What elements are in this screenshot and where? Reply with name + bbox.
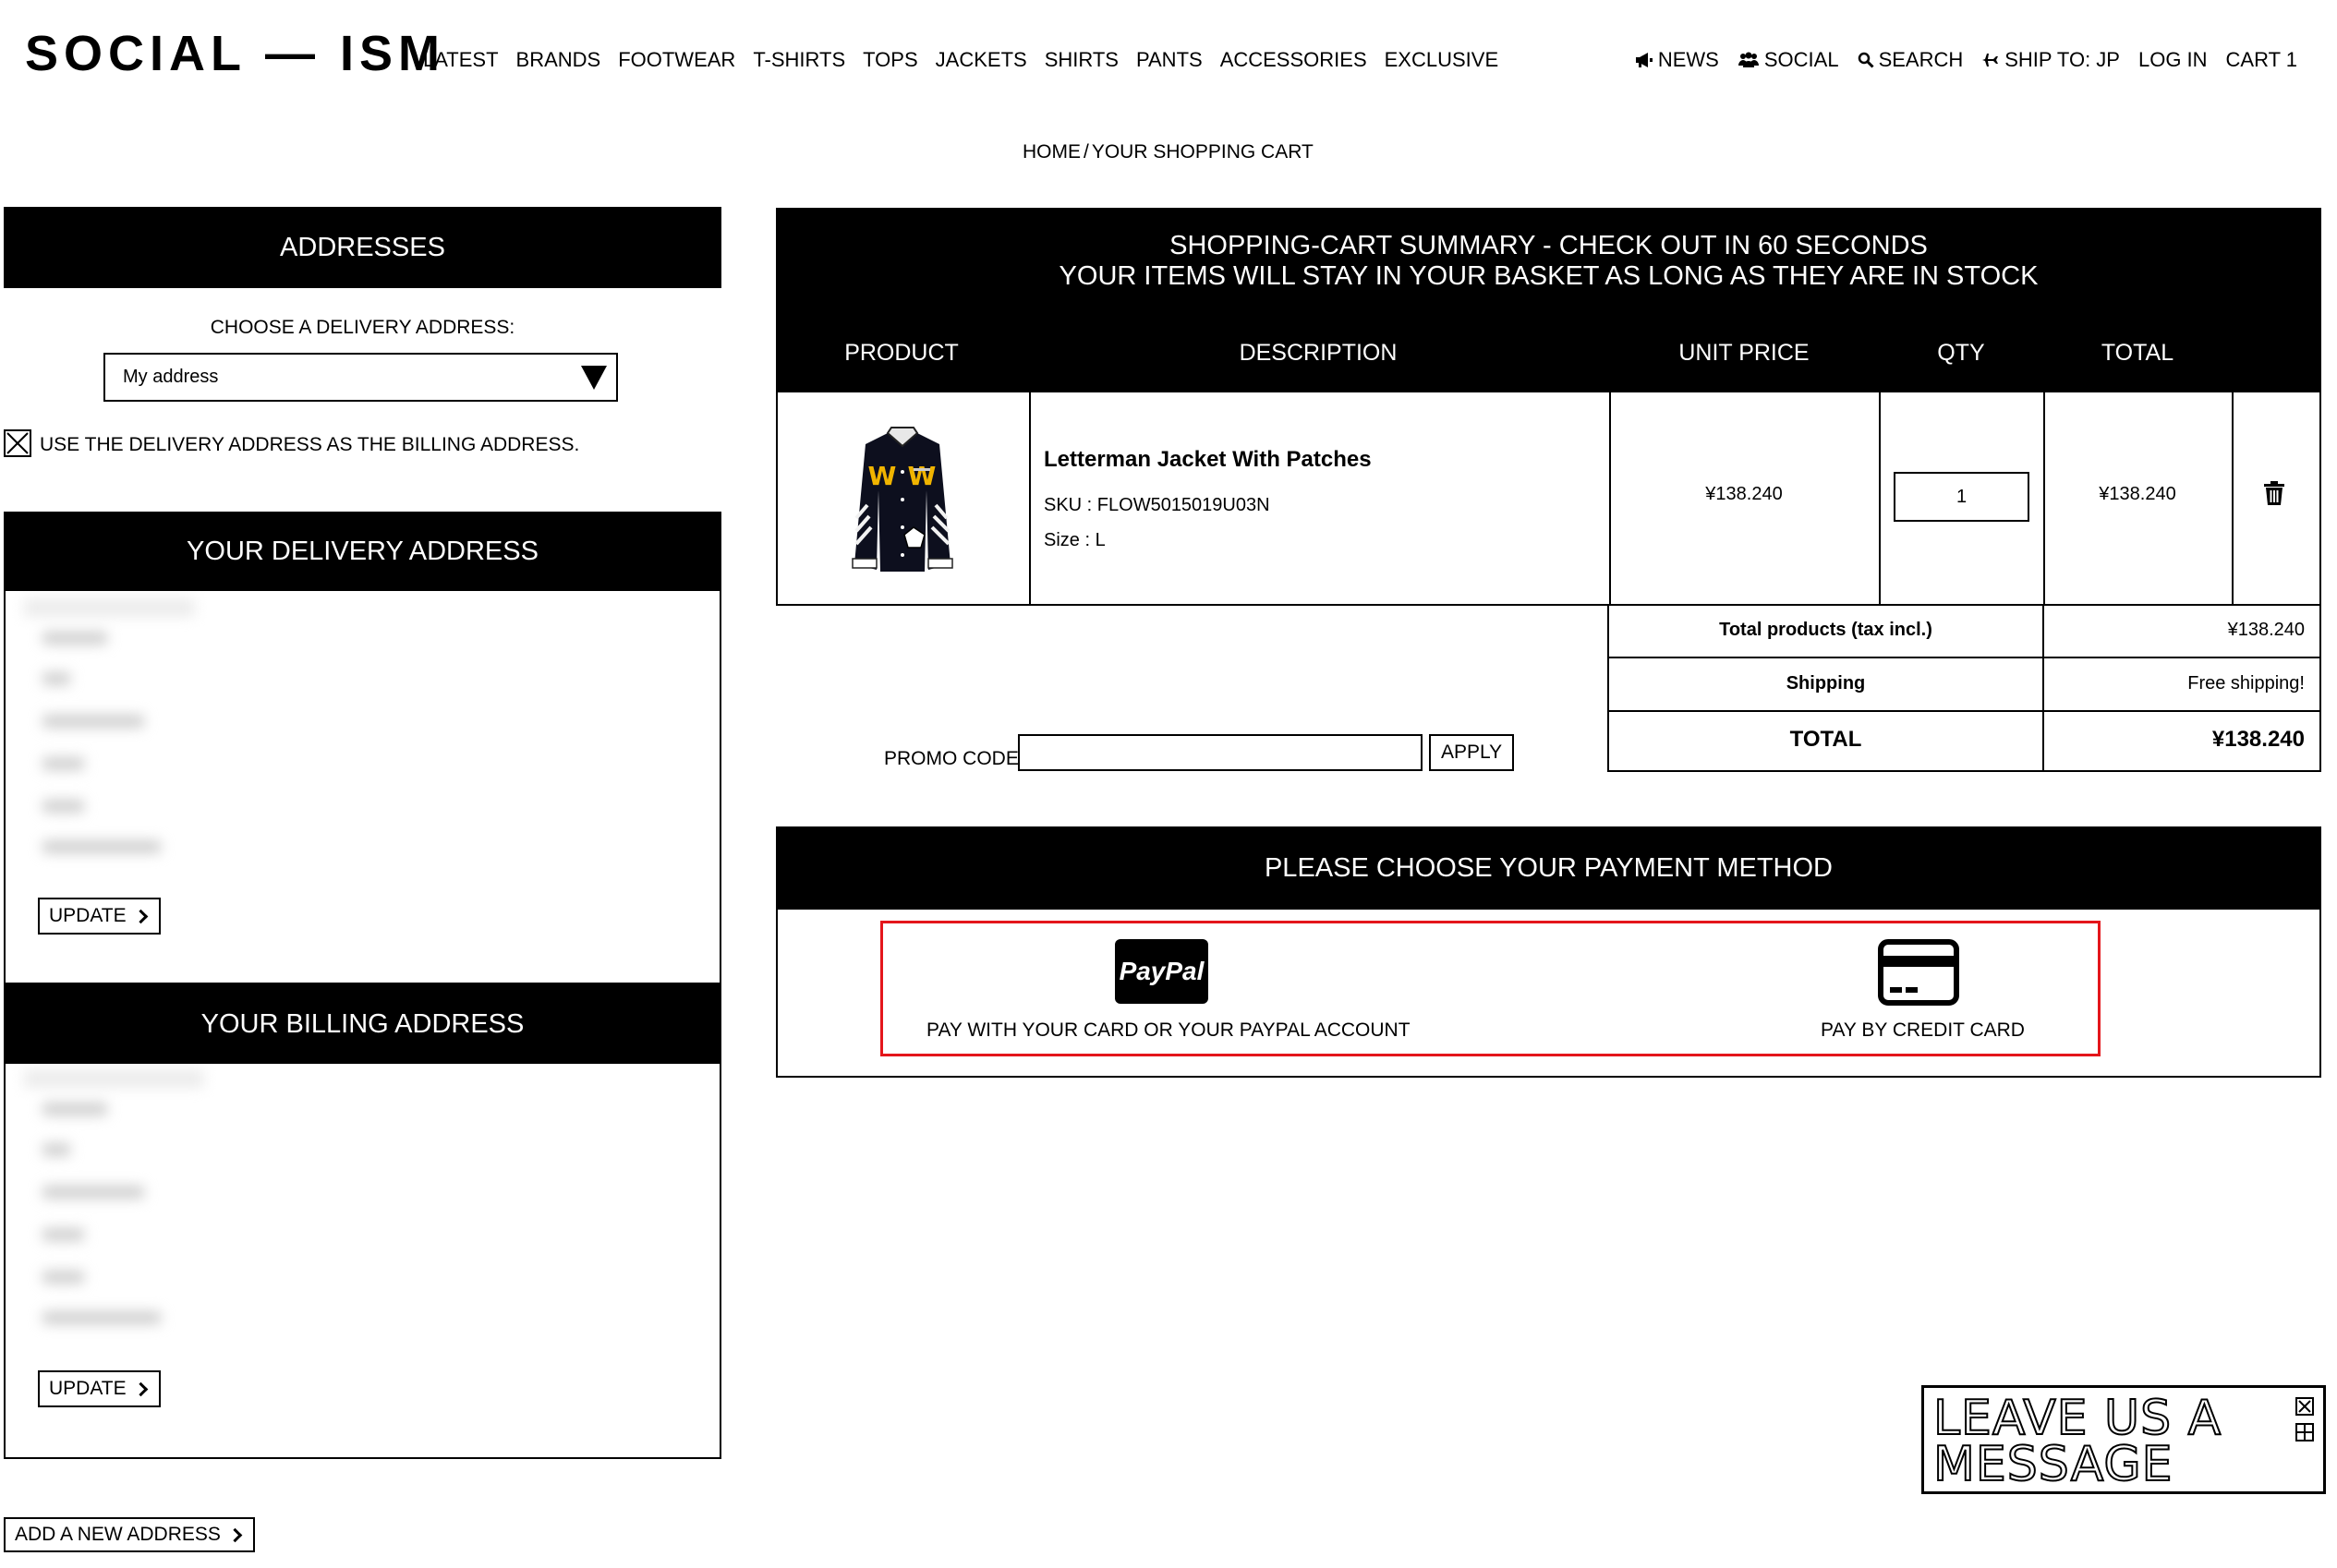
paypal-logo[interactable]: PayPal	[1115, 939, 1208, 1004]
ship-to-link[interactable]: SHIP TO: JP	[1981, 46, 2120, 74]
apply-promo-button[interactable]: APPLY	[1429, 734, 1515, 771]
promo-code-label: PROMO CODE	[884, 748, 1019, 769]
delivery-address-header: YOUR DELIVERY ADDRESS	[4, 512, 721, 591]
promo-code-input[interactable]	[1018, 734, 1423, 771]
product-thumbnail[interactable]: W W	[829, 416, 976, 578]
nav-accessories[interactable]: ACCESSORIES	[1220, 46, 1367, 74]
login-link[interactable]: LOG IN	[2138, 46, 2208, 74]
search-link[interactable]: SEARCH	[1858, 46, 1964, 74]
payment-header: PLEASE CHOOSE YOUR PAYMENT METHOD	[776, 826, 2321, 910]
delivery-address-select[interactable]: My address	[103, 353, 618, 402]
news-link[interactable]: NEWS	[1635, 46, 1719, 74]
update-billing-button[interactable]: UPDATE	[38, 1370, 161, 1407]
social-link[interactable]: SOCIAL	[1738, 46, 1839, 74]
breadcrumb-separator: /	[1084, 141, 1089, 163]
billing-address-header: YOUR BILLING ADDRESS	[4, 984, 721, 1064]
close-icon[interactable]	[2295, 1397, 2314, 1416]
same-billing-label: USE THE DELIVERY ADDRESS AS THE BILLING …	[40, 434, 580, 455]
choose-address-label: CHOOSE A DELIVERY ADDRESS:	[210, 317, 515, 338]
total-products-label: Total products (tax incl.)	[1719, 620, 1932, 640]
same-billing-checkbox[interactable]	[4, 429, 31, 457]
unit-price: ¥138.240	[1705, 484, 1783, 504]
svg-text:W: W	[868, 461, 897, 491]
megaphone-icon	[1635, 53, 1653, 67]
nav-pants[interactable]: PANTS	[1136, 46, 1203, 74]
leave-message-line1: LEAVE US A	[1932, 1391, 2222, 1446]
quantity-input[interactable]: 1	[1894, 472, 2029, 522]
cart-totals: Total products (tax incl.) ¥138.240 Ship…	[1607, 605, 2321, 772]
svg-text:W: W	[908, 461, 937, 491]
trash-icon[interactable]	[2263, 480, 2285, 506]
breadcrumb-current: YOUR SHOPPING CART	[1091, 141, 1314, 163]
col-total: TOTAL	[2101, 340, 2174, 366]
users-icon	[1738, 52, 1759, 67]
social-label: SOCIAL	[1763, 48, 1839, 71]
total-products-value: ¥138.240	[2227, 620, 2305, 640]
credit-card-icon[interactable]	[1878, 939, 1959, 1006]
nav-t-shirts[interactable]: T-SHIRTS	[753, 46, 845, 74]
update-delivery-button[interactable]: UPDATE	[38, 898, 161, 935]
update-billing-label: UPDATE	[49, 1378, 127, 1399]
expand-icon[interactable]	[2295, 1423, 2314, 1441]
cart-summary-title: SHOPPING-CART SUMMARY - CHECK OUT IN 60 …	[776, 231, 2321, 292]
col-unit-price: UNIT PRICE	[1678, 340, 1810, 366]
row-total: ¥138.240	[2099, 484, 2176, 504]
pay-with-paypal-option[interactable]: PAY WITH YOUR CARD OR YOUR PAYPAL ACCOUN…	[926, 1019, 1411, 1042]
shipping-row: Shipping Free shipping!	[1609, 658, 2319, 712]
cart-link[interactable]: CART 1	[2226, 46, 2297, 74]
grand-total-label: TOTAL	[1789, 727, 1862, 752]
shipping-value: Free shipping!	[2187, 673, 2305, 694]
nav-footwear[interactable]: FOOTWEAR	[618, 46, 735, 74]
nav-tops[interactable]: TOPS	[863, 46, 918, 74]
nav-jackets[interactable]: JACKETS	[936, 46, 1027, 74]
col-product: PRODUCT	[844, 340, 959, 366]
breadcrumb-home[interactable]: HOME	[1023, 141, 1081, 163]
leave-message-line2: MESSAGE	[1932, 1437, 2174, 1492]
update-delivery-label: UPDATE	[49, 905, 127, 926]
leave-message-text: LEAVE US A MESSAGE	[1932, 1391, 2222, 1492]
search-label: SEARCH	[1878, 48, 1964, 71]
select-value: My address	[123, 367, 219, 387]
cart-summary-header: SHOPPING-CART SUMMARY - CHECK OUT IN 60 …	[776, 208, 2321, 392]
product-name[interactable]: Letterman Jacket With Patches	[1044, 447, 1372, 473]
plane-icon	[1982, 54, 1999, 66]
breadcrumb: HOME / YOUR SHOPPING CART	[1023, 139, 1314, 166]
cart-title-line1: SHOPPING-CART SUMMARY - CHECK OUT IN 60 …	[1169, 231, 1928, 260]
col-qty: QTY	[1937, 340, 1985, 366]
shipping-label: Shipping	[1786, 673, 1866, 694]
product-size: Size : L	[1044, 530, 1106, 550]
total-products-row: Total products (tax incl.) ¥138.240	[1609, 605, 2319, 658]
addresses-header: ADDRESSES	[4, 207, 721, 288]
leave-message-widget[interactable]: LEAVE US A MESSAGE	[1921, 1385, 2326, 1494]
chat-controls	[2295, 1397, 2314, 1441]
nav-brands[interactable]: BRANDS	[516, 46, 601, 74]
col-description: DESCRIPTION	[1239, 340, 1398, 366]
news-label: NEWS	[1657, 48, 1719, 71]
dropdown-arrow-icon	[581, 366, 607, 390]
chevron-right-icon	[227, 1527, 243, 1542]
site-logo[interactable]: SOCIAL — ISM	[25, 26, 445, 81]
chevron-right-icon	[133, 1381, 148, 1396]
add-new-address-label: ADD A NEW ADDRESS	[15, 1524, 221, 1545]
grand-total-row: TOTAL ¥138.240	[1609, 712, 2319, 772]
nav-shirts[interactable]: SHIRTS	[1045, 46, 1119, 74]
pay-by-credit-card-option[interactable]: PAY BY CREDIT CARD	[1821, 1019, 2025, 1042]
main-nav: LATEST BRANDS FOOTWEAR T-SHIRTS TOPS JAC…	[423, 46, 1498, 74]
checkbox-cross-icon	[6, 432, 29, 454]
ship-to-label: SHIP TO: JP	[2004, 48, 2120, 71]
chevron-right-icon	[133, 909, 148, 923]
add-new-address-button[interactable]: ADD A NEW ADDRESS	[4, 1517, 255, 1552]
grand-total-value: ¥138.240	[2211, 727, 2305, 752]
nav-latest[interactable]: LATEST	[423, 46, 499, 74]
cart-title-line2: YOUR ITEMS WILL STAY IN YOUR BASKET AS L…	[1059, 261, 2039, 291]
search-icon	[1858, 52, 1874, 68]
utility-nav: NEWS SOCIAL SEARCH SHIP TO: JP LOG IN CA…	[1635, 46, 2297, 74]
product-sku: SKU : FLOW5015019U03N	[1044, 495, 1270, 515]
nav-exclusive[interactable]: EXCLUSIVE	[1385, 46, 1499, 74]
